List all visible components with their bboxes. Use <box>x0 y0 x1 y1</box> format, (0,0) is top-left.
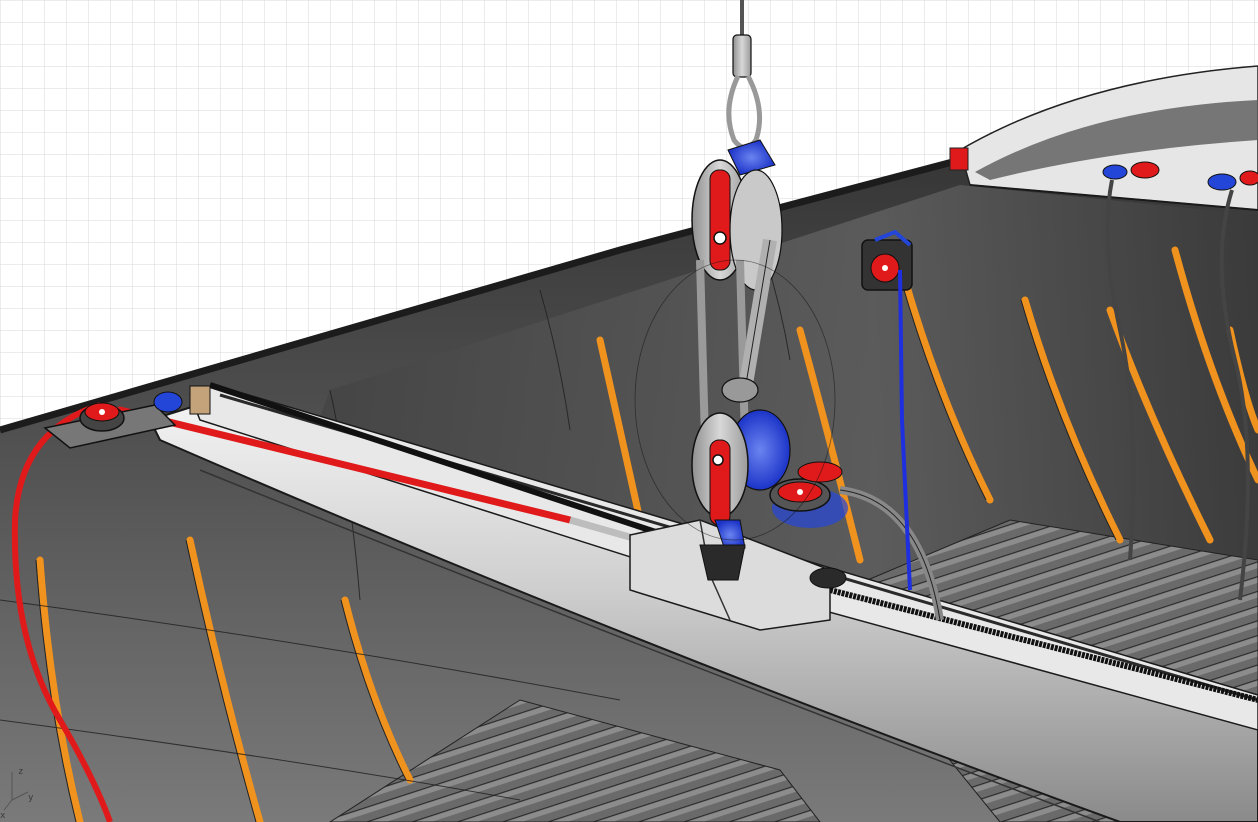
wire-swage <box>732 34 752 78</box>
shackle-pin[interactable] <box>699 544 746 581</box>
model-scene[interactable]: z y x <box>0 0 1258 822</box>
axis-x-label: x <box>0 811 6 821</box>
axis-z-label: z <box>18 767 23 777</box>
fairlead-block[interactable] <box>861 229 913 291</box>
axis-y-label: y <box>28 793 34 803</box>
deck-bracket-marker <box>949 147 969 171</box>
3d-viewport[interactable]: z y x <box>0 0 1258 822</box>
